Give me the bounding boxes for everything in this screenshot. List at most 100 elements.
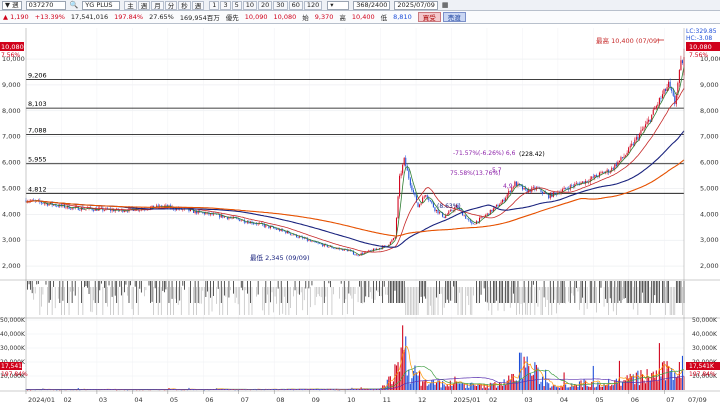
mode-button-6[interactable]: 週 xyxy=(191,0,205,10)
sell-button[interactable]: 売渡 xyxy=(442,12,466,22)
volume-bar xyxy=(494,382,496,390)
candle-body xyxy=(332,247,335,249)
interval-button-120[interactable]: 120 xyxy=(303,0,323,10)
price-tick-label-right: 9,000 xyxy=(700,81,719,89)
volume-bar xyxy=(638,385,640,390)
price-value: 10,080 xyxy=(273,13,297,21)
volume-bar xyxy=(428,384,430,390)
volume-bar xyxy=(628,378,630,390)
candle-body xyxy=(319,243,321,244)
volume-bar xyxy=(578,381,580,390)
volume-bar xyxy=(337,389,339,391)
volume-bar xyxy=(529,373,531,390)
candle-body xyxy=(649,119,651,122)
candle-body xyxy=(412,190,414,193)
volume-bar xyxy=(489,382,491,390)
candle-body xyxy=(93,210,95,211)
volume-bar xyxy=(569,386,571,390)
candle-body xyxy=(615,164,617,167)
candle-body xyxy=(502,199,504,203)
volume-ratio: 197.84% xyxy=(114,13,144,21)
volume-bar xyxy=(429,383,431,390)
candle-body xyxy=(374,248,376,250)
volume-bar xyxy=(658,343,660,390)
candle-body xyxy=(482,216,484,218)
candle-body xyxy=(57,205,59,207)
candle-body xyxy=(643,127,645,130)
volume-bar xyxy=(395,365,398,390)
volume-bar xyxy=(540,381,542,390)
chart-options-dropdown[interactable]: ▾ xyxy=(327,0,350,10)
volume-bar xyxy=(605,385,607,390)
mode-button-2[interactable]: 週 xyxy=(137,0,151,10)
low-label: 低 xyxy=(380,14,388,22)
buy-button[interactable]: 買受 xyxy=(417,12,441,22)
interval-button-3[interactable]: 3 xyxy=(220,0,231,10)
interval-button-1[interactable]: 1 xyxy=(209,0,220,10)
period-select[interactable]: ▼ 週 xyxy=(2,0,22,10)
mode-button-5[interactable]: 秒 xyxy=(178,0,191,10)
candle-body xyxy=(392,238,394,241)
mode-button-4[interactable]: 分 xyxy=(164,0,178,10)
volume-bar xyxy=(292,389,295,391)
candle-body xyxy=(328,246,330,248)
x-tick-label: 04 xyxy=(560,396,568,404)
candle-body xyxy=(503,199,505,202)
volume-bar xyxy=(588,386,590,390)
volume-bar xyxy=(509,379,511,390)
interval-button-60[interactable]: 60 xyxy=(288,0,303,10)
volume-bar xyxy=(302,389,304,391)
volume-bar xyxy=(434,384,436,390)
stock-chart[interactable]: 9,206 8,103 7,088 5,955 4,812 2,000 2,000 3,00… xyxy=(0,24,720,404)
search-icon[interactable]: 🔍 xyxy=(70,1,79,9)
volume-bar xyxy=(546,382,548,390)
mode-button-3[interactable]: 月 xyxy=(151,0,164,10)
candle-body xyxy=(474,223,476,225)
calendar-icon[interactable]: ▦ xyxy=(442,1,449,9)
candle-body xyxy=(608,169,610,173)
candle-body xyxy=(434,207,436,212)
candle-body xyxy=(285,231,287,234)
volume-bar xyxy=(505,384,507,390)
volume-bar xyxy=(488,388,490,390)
x-tick-label: 07 xyxy=(666,396,674,404)
interval-button-30[interactable]: 30 xyxy=(273,0,288,10)
volume-bar xyxy=(557,386,559,390)
candle-body xyxy=(368,250,370,252)
fib-label-1: -71.57%(-6.26%) 6,6 xyxy=(453,150,516,157)
volume-right-pct: 197.84% xyxy=(689,371,716,378)
candle-body xyxy=(495,205,497,207)
candle-body xyxy=(397,196,399,219)
x-tick-label: 11 xyxy=(383,396,391,404)
volume-bar xyxy=(665,380,667,390)
interval-button-10[interactable]: 10 xyxy=(242,0,257,10)
right-hc-label: HC:-3.08 xyxy=(686,35,712,42)
volume-bar xyxy=(543,386,545,390)
volume-bar xyxy=(666,361,668,390)
volume-bar xyxy=(528,366,530,390)
volume-bar xyxy=(620,385,622,390)
interval-button-5[interactable]: 5 xyxy=(231,0,242,10)
stock-code-input[interactable]: 037270 xyxy=(25,0,66,10)
mode-button-1[interactable]: 主 xyxy=(124,0,137,10)
candle-body xyxy=(657,104,659,106)
volume-bar xyxy=(334,389,336,391)
volume-bar xyxy=(422,381,424,390)
interval-button-20[interactable]: 20 xyxy=(258,0,273,10)
date-field[interactable]: 2025/07/09 xyxy=(394,0,438,10)
candle-body xyxy=(532,187,534,188)
candle-body xyxy=(466,218,468,220)
left-price-label: 10,080 xyxy=(1,43,24,51)
volume-bar xyxy=(549,387,551,390)
candle-body xyxy=(515,181,517,186)
x-tick-label: 2025/01 xyxy=(454,396,481,404)
candle-body xyxy=(402,164,404,174)
volume-bar xyxy=(474,385,476,390)
candle-body xyxy=(291,234,293,236)
volume-bar xyxy=(654,377,656,390)
top-toolbar: ▼ 週 037270 🔍 YG PLUS 主 週 月 分 秒 週 1 3 5 1… xyxy=(0,0,720,11)
volume-value: 17,541,016 xyxy=(70,13,109,21)
bar-count-field[interactable]: 368/2400 xyxy=(353,0,391,10)
candle-body xyxy=(571,185,573,186)
volume-bar xyxy=(568,387,570,390)
